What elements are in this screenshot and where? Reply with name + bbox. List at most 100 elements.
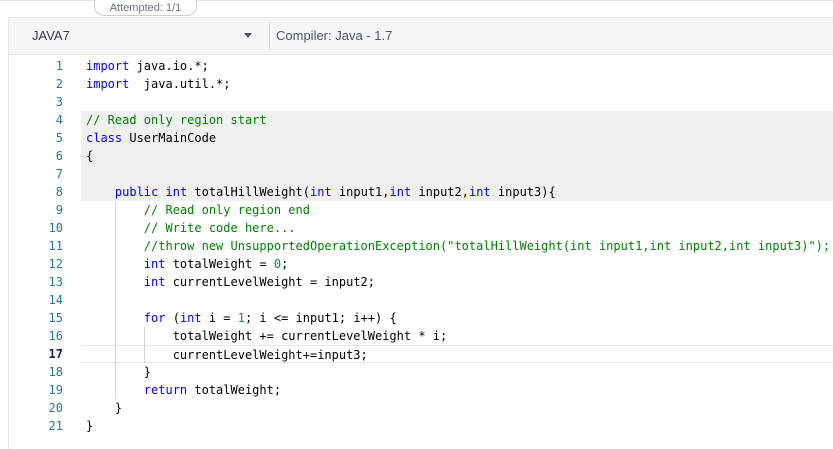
- code-token: i =: [201, 311, 238, 325]
- code-line[interactable]: 11 //throw new UnsupportedOperationExcep…: [9, 237, 833, 255]
- code-line[interactable]: 12 int totalWeight = 0;: [9, 255, 833, 273]
- code-line[interactable]: 3: [9, 93, 833, 111]
- code-token: int: [310, 185, 332, 199]
- code-area[interactable]: }: [81, 417, 833, 435]
- code-area[interactable]: public int totalHillWeight(int input1,in…: [81, 183, 833, 201]
- code-line[interactable]: 17 currentLevelWeight+=input3;: [9, 345, 833, 363]
- line-number: 8: [9, 183, 81, 201]
- code-token: //throw new UnsupportedOperationExceptio…: [143, 239, 831, 253]
- code-line[interactable]: 14: [9, 291, 833, 309]
- indent-guide: [143, 327, 145, 363]
- code-area[interactable]: // Read only region end: [81, 201, 833, 219]
- code-text[interactable]: }: [86, 363, 151, 381]
- code-line[interactable]: 7: [9, 165, 833, 183]
- code-editor[interactable]: 1 import java.io.*; 2 import java.util.*; 3 4…: [8, 55, 833, 449]
- code-token: java.io.*;: [129, 59, 209, 73]
- code-text[interactable]: for (int i = 1; i <= input1; i++) {: [86, 309, 397, 327]
- code-line[interactable]: 19 return totalWeight;: [9, 381, 833, 399]
- code-text[interactable]: //throw new UnsupportedOperationExceptio…: [86, 237, 830, 255]
- code-token: ; i <= input1; i++) {: [244, 311, 397, 325]
- code-token: input2,: [411, 185, 469, 199]
- code-area[interactable]: [81, 291, 833, 309]
- code-area[interactable]: import java.util.*;: [81, 75, 833, 93]
- language-select[interactable]: JAVA7: [9, 18, 269, 54]
- code-area[interactable]: class UserMainCode: [81, 129, 833, 147]
- code-token: }: [86, 419, 94, 433]
- line-number: 18: [48, 365, 63, 379]
- code-token: 0: [273, 257, 282, 271]
- code-text[interactable]: import java.util.*;: [86, 75, 231, 93]
- code-area[interactable]: // Write code here...: [81, 219, 833, 237]
- line-number: 11: [48, 239, 63, 253]
- code-line[interactable]: 2 import java.util.*;: [9, 75, 833, 93]
- code-line[interactable]: 16 totalWeight += currentLevelWeight * i…: [9, 327, 833, 345]
- code-area[interactable]: int totalWeight = 0;: [81, 255, 833, 273]
- code-text[interactable]: // Read only region end: [86, 201, 310, 219]
- code-text[interactable]: import java.io.*;: [86, 57, 209, 75]
- code-line[interactable]: 6{: [9, 147, 833, 165]
- code-token: totalHillWeight(: [187, 185, 311, 199]
- code-token: input3){: [490, 185, 556, 199]
- line-number: 15: [48, 311, 63, 325]
- code-line[interactable]: 18 }: [9, 363, 833, 381]
- code-token: class: [86, 131, 123, 145]
- code-token: currentLevelWeight+=input3;: [86, 348, 368, 362]
- code-area[interactable]: {: [81, 147, 833, 165]
- code-line[interactable]: 4 // Read only region start: [9, 111, 833, 129]
- code-area[interactable]: [81, 93, 833, 111]
- code-area[interactable]: }: [81, 399, 833, 417]
- code-area[interactable]: [81, 165, 833, 183]
- code-area[interactable]: //throw new UnsupportedOperationExceptio…: [81, 237, 833, 255]
- code-text[interactable]: }: [86, 399, 122, 417]
- line-number: 3: [55, 95, 63, 109]
- code-line[interactable]: 21}: [9, 417, 833, 435]
- code-line[interactable]: 20 }: [9, 399, 833, 417]
- code-area[interactable]: int currentLevelWeight = input2;: [81, 273, 833, 291]
- code-text[interactable]: currentLevelWeight+=input3;: [86, 346, 368, 364]
- code-line[interactable]: 1 import java.io.*;: [9, 57, 833, 75]
- code-token: input1,: [331, 185, 390, 199]
- compiler-label: Compiler: Java - 1.7: [276, 28, 393, 43]
- code-text[interactable]: totalWeight += currentLevelWeight * i;: [86, 327, 448, 345]
- code-area[interactable]: for (int i = 1; i <= input1; i++) {: [81, 309, 833, 327]
- code-token: int: [143, 275, 166, 289]
- code-area[interactable]: return totalWeight;: [81, 381, 833, 399]
- code-text[interactable]: {: [86, 147, 93, 165]
- code-area[interactable]: totalWeight += currentLevelWeight * i;: [81, 327, 833, 345]
- code-text[interactable]: int totalWeight = 0;: [86, 255, 289, 273]
- indent-guide: [114, 201, 116, 399]
- code-line[interactable]: 9 // Read only region end: [9, 201, 833, 219]
- code-area[interactable]: import java.io.*;: [81, 57, 833, 75]
- code-token: // Write code here...: [143, 221, 296, 235]
- code-token: {: [86, 149, 94, 163]
- attempt-tab[interactable]: Attempted: 1/1: [94, 0, 197, 16]
- code-token: // Read only region start: [86, 113, 267, 127]
- line-number: 14: [48, 293, 63, 307]
- code-area[interactable]: // Read only region start: [81, 111, 833, 129]
- code-token: totalWeight =: [165, 257, 274, 271]
- code-text[interactable]: }: [86, 417, 93, 435]
- line-number: 5: [9, 129, 81, 147]
- line-number: 9: [55, 203, 63, 217]
- code-text[interactable]: class UserMainCode: [86, 129, 216, 147]
- code-area[interactable]: currentLevelWeight+=input3;: [81, 345, 833, 363]
- code-token: totalWeight += currentLevelWeight * i;: [86, 329, 448, 343]
- line-number: 21: [48, 419, 63, 433]
- code-line[interactable]: 5 class UserMainCode: [9, 129, 833, 147]
- code-line[interactable]: 8 public int totalHillWeight(int input1,…: [9, 183, 833, 201]
- language-value: JAVA7: [32, 28, 70, 43]
- code-text[interactable]: // Read only region start: [86, 111, 267, 129]
- line-number: 6: [9, 147, 81, 165]
- code-text[interactable]: // Write code here...: [86, 219, 296, 237]
- code-area[interactable]: }: [81, 363, 833, 381]
- code-token: // Read only region end: [143, 203, 310, 217]
- code-line[interactable]: 15 for (int i = 1; i <= input1; i++) {: [9, 309, 833, 327]
- code-text[interactable]: public int totalHillWeight(int input1,in…: [86, 183, 556, 201]
- line-number: 17: [48, 347, 63, 361]
- code-line[interactable]: 13 int currentLevelWeight = input2;: [9, 273, 833, 291]
- code-token: import: [86, 59, 130, 73]
- code-text[interactable]: int currentLevelWeight = input2;: [86, 273, 375, 291]
- code-line[interactable]: 10 // Write code here...: [9, 219, 833, 237]
